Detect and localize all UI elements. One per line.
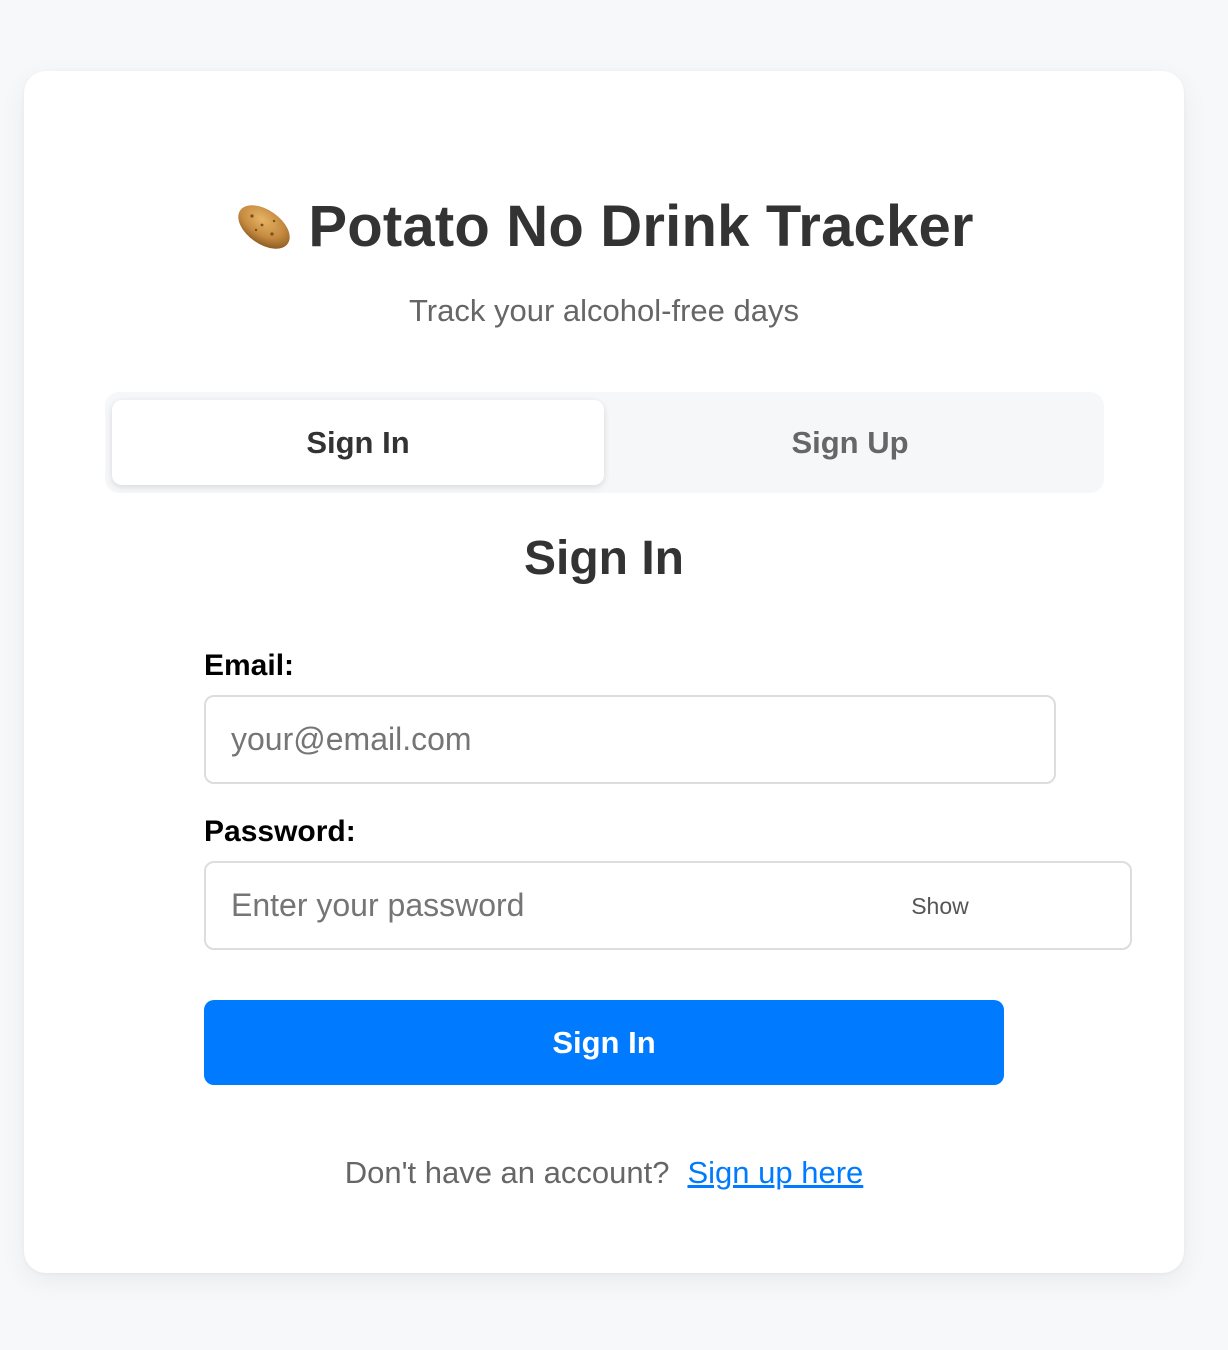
sign-up-link[interactable]: Sign up here xyxy=(687,1155,863,1190)
page-header: Potato No Drink Tracker xyxy=(24,193,1184,259)
password-label: Password: xyxy=(204,815,356,848)
form-heading: Sign In xyxy=(524,532,684,585)
email-label: Email: xyxy=(204,649,295,682)
email-field[interactable] xyxy=(204,695,1056,784)
app-title: Potato No Drink Tracker xyxy=(308,193,974,259)
app-subtitle: Track your alcohol-free days xyxy=(409,293,799,328)
auth-tabs: Sign In Sign Up xyxy=(105,392,1104,493)
tab-sign-up[interactable]: Sign Up xyxy=(604,400,1096,485)
auth-card: Potato No Drink Tracker Track your alcoh… xyxy=(24,71,1184,1273)
signup-prompt-text: Don't have an account? xyxy=(344,1155,670,1190)
tab-sign-in[interactable]: Sign In xyxy=(112,400,604,485)
signup-prompt: Don't have an account? Sign up here xyxy=(24,1155,1184,1191)
potato-icon xyxy=(238,205,291,249)
password-field[interactable] xyxy=(204,861,1132,950)
show-password-button[interactable]: Show xyxy=(892,884,988,928)
sign-in-button[interactable]: Sign In xyxy=(204,1000,1004,1085)
